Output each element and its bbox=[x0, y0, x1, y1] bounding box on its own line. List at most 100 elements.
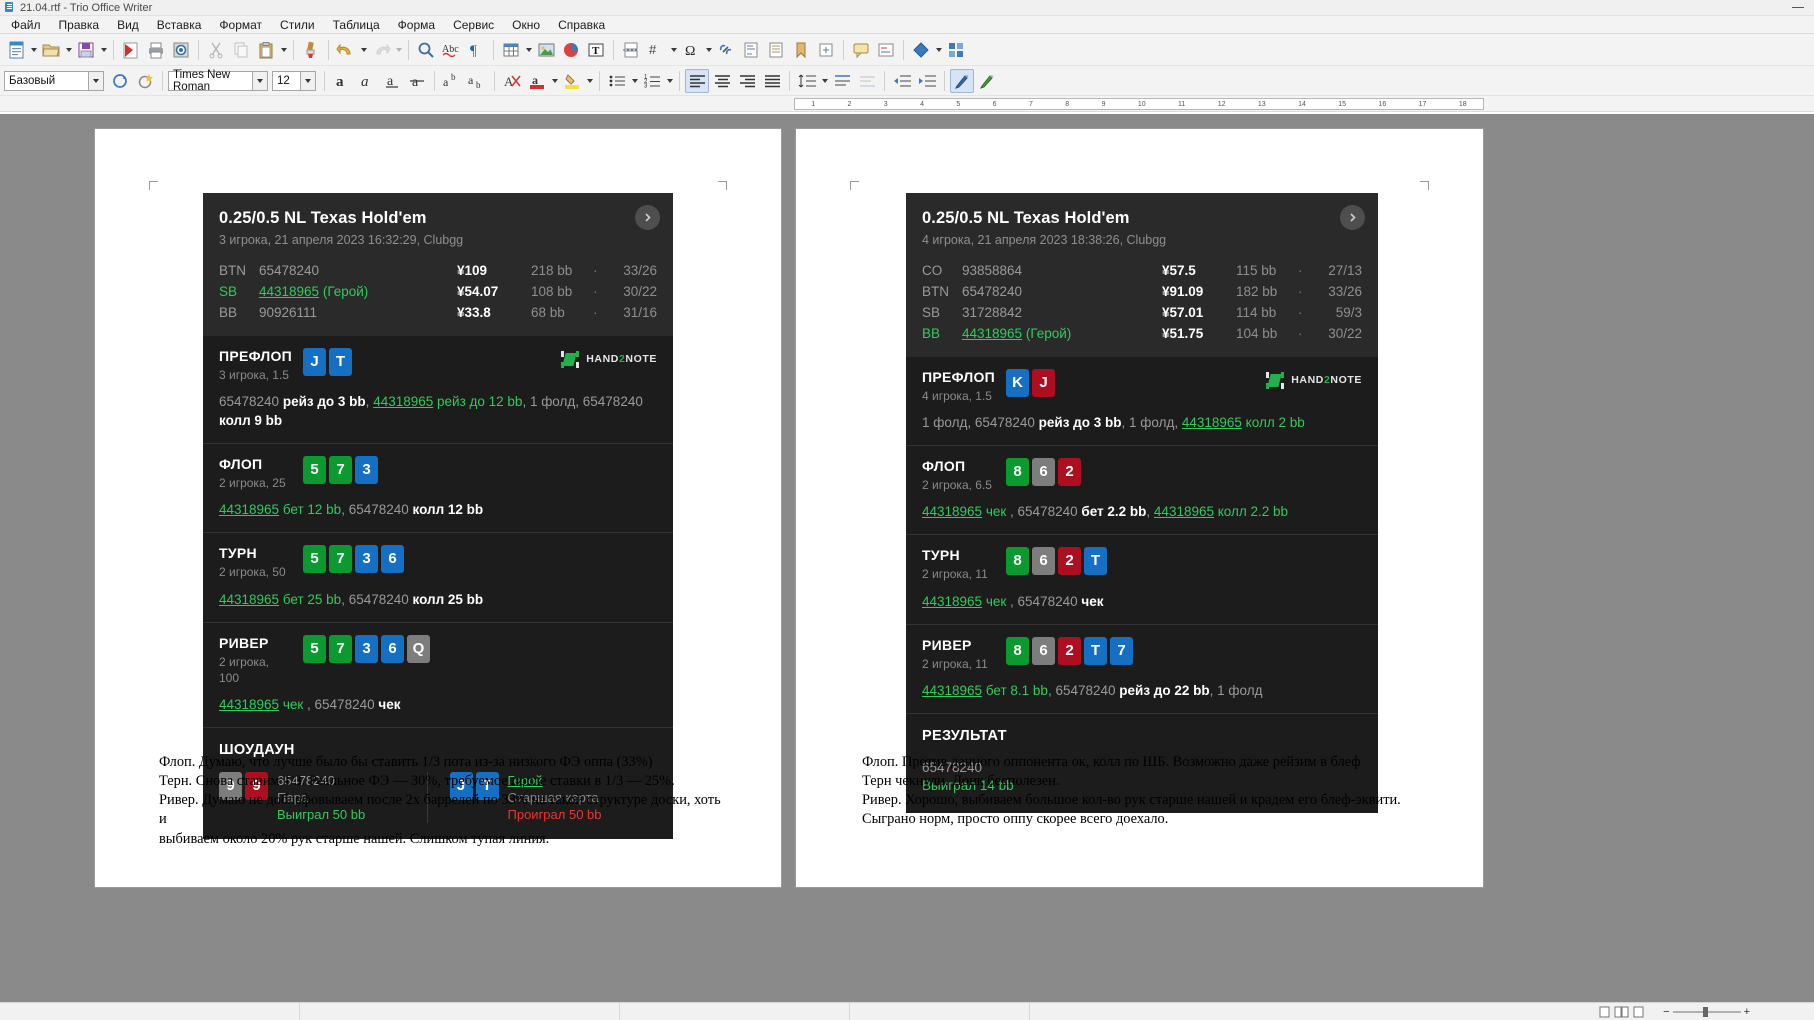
menu-item-format[interactable]: Формат bbox=[210, 17, 271, 33]
page-break-icon[interactable] bbox=[619, 38, 643, 62]
save-icon[interactable] bbox=[74, 38, 98, 62]
cut-icon[interactable] bbox=[204, 38, 228, 62]
menu-item-form[interactable]: Форма bbox=[389, 17, 444, 33]
line-spacing-icon[interactable] bbox=[795, 69, 819, 93]
print-icon[interactable] bbox=[144, 38, 168, 62]
zoom-level[interactable] bbox=[1758, 1003, 1814, 1020]
hand-notes-left[interactable]: Флоп. Думаю, что лучше было бы ставить 1… bbox=[159, 753, 729, 849]
font-color-icon[interactable]: a bbox=[525, 69, 549, 93]
font-color-dropdown-icon[interactable] bbox=[550, 70, 559, 92]
menu-item-tools[interactable]: Сервис bbox=[444, 17, 503, 33]
paragraph-style-combo[interactable]: Базовый bbox=[4, 70, 104, 91]
font-size-dropdown-icon[interactable] bbox=[300, 71, 315, 90]
redo-dropdown-icon[interactable] bbox=[394, 39, 403, 61]
copy-icon[interactable] bbox=[229, 38, 253, 62]
insert-table-icon[interactable] bbox=[499, 38, 523, 62]
document-page-left[interactable]: 0.25/0.5 NL Texas Hold'em 3 игрока, 21 а… bbox=[94, 128, 782, 888]
find-replace-icon[interactable] bbox=[414, 38, 438, 62]
align-right-icon[interactable] bbox=[735, 69, 759, 93]
new-document-dropdown-icon[interactable] bbox=[29, 39, 38, 61]
new-document-icon[interactable] bbox=[4, 38, 28, 62]
font-name-dropdown-icon[interactable] bbox=[252, 71, 267, 90]
view-layout-buttons[interactable] bbox=[1589, 1003, 1655, 1020]
minimize-button[interactable] bbox=[1792, 7, 1804, 8]
italic-icon[interactable]: a bbox=[355, 69, 379, 93]
zoom-in-icon[interactable]: + bbox=[1744, 1006, 1750, 1018]
insert-hyperlink-icon[interactable] bbox=[714, 38, 738, 62]
menu-item-file[interactable]: Файл bbox=[2, 17, 50, 33]
menu-item-table[interactable]: Таблица bbox=[324, 17, 389, 33]
spellcheck-icon[interactable]: Abc bbox=[439, 38, 463, 62]
insert-textbox-icon[interactable]: T bbox=[584, 38, 608, 62]
font-size-combo[interactable]: 12 bbox=[272, 70, 316, 91]
increase-indent-icon[interactable] bbox=[915, 69, 939, 93]
insert-shape-icon[interactable] bbox=[909, 38, 933, 62]
menu-item-view[interactable]: Вид bbox=[108, 17, 148, 33]
strikethrough-icon[interactable]: a bbox=[405, 69, 429, 93]
zoom-knob[interactable] bbox=[1702, 1006, 1708, 1017]
align-justify-icon[interactable] bbox=[760, 69, 784, 93]
insert-image-icon[interactable] bbox=[534, 38, 558, 62]
track-changes-icon[interactable] bbox=[874, 38, 898, 62]
bullet-list-icon[interactable] bbox=[605, 69, 629, 93]
insert-crossref-icon[interactable] bbox=[814, 38, 838, 62]
gallery-icon[interactable] bbox=[944, 38, 968, 62]
update-style-icon[interactable] bbox=[108, 69, 132, 93]
print-preview-icon[interactable] bbox=[169, 38, 193, 62]
open-file-icon[interactable] bbox=[39, 38, 63, 62]
menu-item-window[interactable]: Окно bbox=[503, 17, 549, 33]
next-hand-button[interactable] bbox=[635, 205, 660, 230]
font-name-combo[interactable]: Times New Roman bbox=[168, 69, 268, 93]
space-above-paragraph-icon[interactable] bbox=[830, 69, 854, 93]
paragraph-highlighting-icon[interactable] bbox=[975, 69, 999, 93]
insert-comment-icon[interactable] bbox=[849, 38, 873, 62]
insert-chart-icon[interactable] bbox=[559, 38, 583, 62]
superscript-icon[interactable]: ab bbox=[440, 69, 464, 93]
underline-icon[interactable]: a bbox=[380, 69, 404, 93]
zoom-out-icon[interactable]: − bbox=[1663, 1006, 1669, 1018]
paste-dropdown-icon[interactable] bbox=[279, 39, 288, 61]
paragraph-style-dropdown-icon[interactable] bbox=[88, 71, 103, 90]
bullet-list-dropdown-icon[interactable] bbox=[630, 70, 639, 92]
bold-icon[interactable]: a bbox=[330, 69, 354, 93]
open-file-dropdown-icon[interactable] bbox=[64, 39, 73, 61]
clone-formatting-icon[interactable] bbox=[299, 38, 323, 62]
menu-item-edit[interactable]: Правка bbox=[50, 17, 109, 33]
highlight-color-dropdown-icon[interactable] bbox=[585, 70, 594, 92]
highlight-color-icon[interactable] bbox=[560, 69, 584, 93]
redo-icon[interactable] bbox=[369, 38, 393, 62]
insert-field-icon[interactable]: # bbox=[644, 38, 668, 62]
subscript-icon[interactable]: ab bbox=[465, 69, 489, 93]
decrease-indent-icon[interactable] bbox=[890, 69, 914, 93]
insert-table-dropdown-icon[interactable] bbox=[524, 39, 533, 61]
menu-item-insert[interactable]: Вставка bbox=[148, 17, 211, 33]
export-pdf-icon[interactable] bbox=[119, 38, 143, 62]
save-dropdown-icon[interactable] bbox=[99, 39, 108, 61]
insert-footnote-icon[interactable] bbox=[739, 38, 763, 62]
new-style-icon[interactable] bbox=[133, 69, 157, 93]
undo-dropdown-icon[interactable] bbox=[359, 39, 368, 61]
formatting-marks-icon[interactable]: ¶ bbox=[464, 38, 488, 62]
align-left-icon[interactable] bbox=[685, 68, 709, 93]
paste-icon[interactable] bbox=[254, 38, 278, 62]
document-workspace[interactable]: 0.25/0.5 NL Texas Hold'em 3 игрока, 21 а… bbox=[0, 114, 1814, 1002]
align-center-icon[interactable] bbox=[710, 69, 734, 93]
space-below-paragraph-icon[interactable] bbox=[855, 69, 879, 93]
special-character-icon[interactable]: Ω bbox=[679, 38, 703, 62]
insert-field-dropdown-icon[interactable] bbox=[669, 39, 678, 61]
line-spacing-dropdown-icon[interactable] bbox=[820, 70, 829, 92]
clear-formatting-icon[interactable]: A bbox=[500, 69, 524, 93]
undo-icon[interactable] bbox=[334, 38, 358, 62]
insert-shape-dropdown-icon[interactable] bbox=[934, 39, 943, 61]
numbered-list-icon[interactable]: 123 bbox=[640, 69, 664, 93]
menu-item-styles[interactable]: Стили bbox=[271, 17, 324, 33]
character-highlighting-icon[interactable] bbox=[950, 68, 974, 93]
numbered-list-dropdown-icon[interactable] bbox=[665, 70, 674, 92]
hand-notes-right[interactable]: Флоп. Против данного оппонента ок, колл … bbox=[862, 753, 1452, 830]
horizontal-ruler[interactable]: 1 2 3 4 5 6 7 8 9 10 11 12 13 14 15 16 1… bbox=[794, 98, 1484, 110]
next-hand-button[interactable] bbox=[1340, 205, 1365, 230]
insert-bookmark-icon[interactable] bbox=[789, 38, 813, 62]
insert-endnote-icon[interactable] bbox=[764, 38, 788, 62]
menu-item-help[interactable]: Справка bbox=[549, 17, 614, 33]
zoom-slider[interactable]: − + bbox=[1655, 1006, 1758, 1018]
